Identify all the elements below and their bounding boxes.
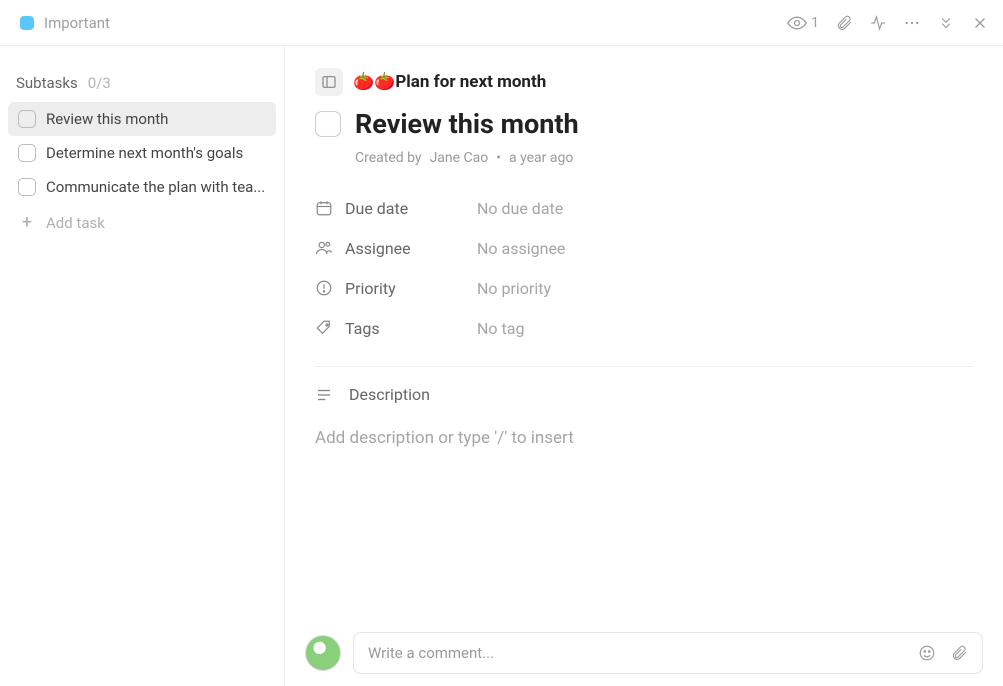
assignee-label: Assignee [337, 239, 477, 258]
view-count[interactable]: 1 [787, 13, 819, 33]
checkbox[interactable] [18, 110, 36, 128]
comment-bar: Write a comment... [305, 632, 983, 674]
task-meta: Created by Jane Cao • a year ago [355, 150, 973, 166]
field-tags: Tags No tag [315, 308, 973, 348]
breadcrumb-list[interactable]: Important [20, 14, 110, 32]
title-row: Review this month [315, 108, 973, 140]
due-date-value[interactable]: No due date [477, 199, 563, 218]
tag-icon [315, 319, 337, 337]
dot-separator: • [496, 150, 501, 166]
description-header: Description [315, 385, 973, 404]
main-panel: 🍅🍅Plan for next month Review this month … [285, 46, 1003, 686]
breadcrumb: 🍅🍅Plan for next month [315, 68, 973, 96]
add-task-button[interactable]: + Add task [8, 204, 276, 242]
subtask-item[interactable]: Determine next month's goals [8, 136, 276, 170]
subtask-title: Review this month [46, 110, 168, 128]
activity-icon [869, 14, 887, 32]
subtask-title: Determine next month's goals [46, 144, 243, 162]
close-button[interactable] [971, 14, 989, 32]
divider [315, 366, 973, 367]
subtasks-count: 0/3 [88, 74, 111, 92]
due-date-label: Due date [337, 199, 477, 218]
task-checkbox[interactable] [315, 111, 341, 137]
sidebar: Subtasks 0/3 Review this month Determine… [0, 46, 285, 686]
priority-label: Priority [337, 279, 477, 298]
topbar: Important 1 [0, 0, 1003, 46]
list-name: Important [44, 14, 110, 32]
assignee-icon [315, 239, 337, 257]
activity-button[interactable] [869, 14, 887, 32]
add-task-label: Add task [46, 214, 105, 232]
checkbox[interactable] [18, 144, 36, 162]
plus-icon: + [18, 214, 36, 232]
paperclip-icon [950, 644, 968, 662]
attach-button[interactable] [950, 644, 968, 662]
calendar-icon [315, 199, 337, 217]
list-color-chip [20, 16, 34, 30]
paperclip-icon [835, 14, 853, 32]
description-label: Description [349, 385, 430, 404]
field-priority: Priority No priority [315, 268, 973, 308]
emoji-icon [918, 644, 936, 662]
checkbox[interactable] [18, 178, 36, 196]
collapse-button[interactable] [937, 14, 955, 32]
attachment-button[interactable] [835, 14, 853, 32]
priority-icon [315, 279, 337, 297]
assignee-value[interactable]: No assignee [477, 239, 565, 258]
sidebar-toggle-button[interactable] [315, 68, 343, 96]
subtask-title: Communicate the plan with tea... [46, 178, 265, 196]
subtasks-label: Subtasks [16, 74, 78, 92]
subtask-item[interactable]: Communicate the plan with tea... [8, 170, 276, 204]
field-due-date: Due date No due date [315, 188, 973, 228]
created-ago: a year ago [509, 150, 573, 166]
parent-task-link[interactable]: 🍅🍅Plan for next month [353, 72, 546, 92]
eye-icon [787, 13, 807, 33]
subtask-item[interactable]: Review this month [8, 102, 276, 136]
task-title[interactable]: Review this month [355, 108, 579, 140]
field-assignee: Assignee No assignee [315, 228, 973, 268]
avatar [305, 635, 341, 671]
description-icon [315, 386, 337, 404]
more-icon [903, 14, 921, 32]
emoji-button[interactable] [918, 644, 936, 662]
more-button[interactable] [903, 14, 921, 32]
priority-value[interactable]: No priority [477, 279, 551, 298]
tags-value[interactable]: No tag [477, 319, 524, 338]
created-by-name: Jane Cao [430, 150, 489, 166]
topbar-actions: 1 [787, 13, 989, 33]
description-input[interactable]: Add description or type '/' to insert [315, 428, 973, 448]
view-count-number: 1 [811, 15, 819, 31]
close-icon [971, 14, 989, 32]
subtasks-header: Subtasks 0/3 [8, 64, 276, 102]
chevrons-down-icon [937, 14, 955, 32]
content: Subtasks 0/3 Review this month Determine… [0, 46, 1003, 686]
comment-icons [918, 644, 968, 662]
created-by-prefix: Created by [355, 150, 422, 166]
tags-label: Tags [337, 319, 477, 338]
comment-placeholder: Write a comment... [368, 644, 494, 662]
panel-icon [321, 74, 337, 90]
comment-input[interactable]: Write a comment... [353, 632, 983, 674]
